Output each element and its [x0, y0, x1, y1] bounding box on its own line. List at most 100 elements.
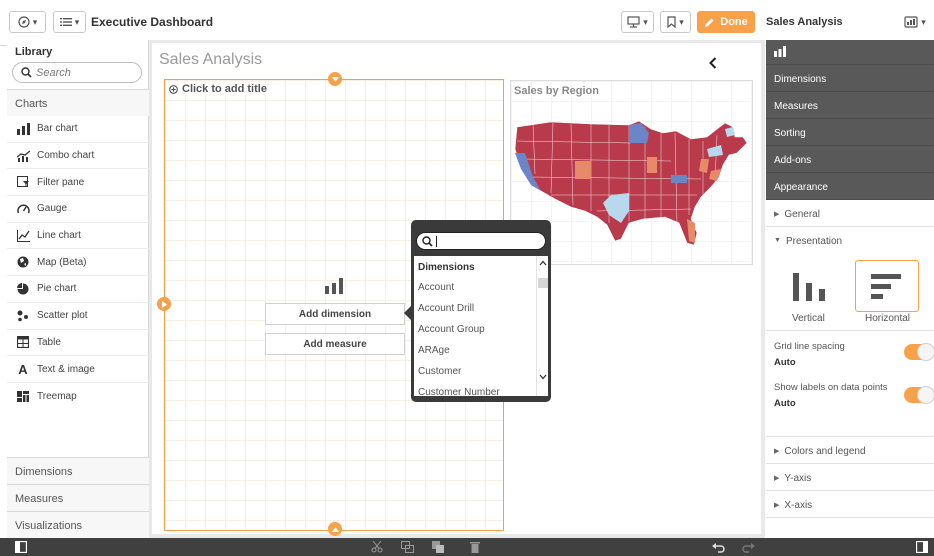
- charts-section-header[interactable]: Charts: [7, 89, 149, 116]
- resize-handle-top[interactable]: [328, 72, 342, 86]
- library-search-input[interactable]: Search: [12, 62, 142, 83]
- divider: [766, 330, 934, 331]
- toggle-properties-icon[interactable]: [916, 541, 928, 553]
- search-icon: [21, 67, 32, 78]
- orientation-vertical-option[interactable]: [778, 260, 842, 312]
- sheet-menu-button[interactable]: ▾: [53, 11, 86, 33]
- show-labels-toggle[interactable]: [904, 386, 934, 404]
- dimensions-section-header[interactable]: Dimensions: [7, 457, 149, 484]
- plus-circle-icon: [169, 84, 178, 94]
- chart-item-pie-chart[interactable]: Pie chart: [7, 276, 149, 303]
- dimension-list-header: Dimensions: [418, 262, 475, 273]
- chart-item-table[interactable]: Table: [7, 330, 149, 357]
- dimension-search-input[interactable]: [416, 232, 546, 250]
- prop-section-dimensions[interactable]: Dimensions: [766, 65, 934, 92]
- paste-icon[interactable]: [432, 541, 444, 553]
- dimension-picker-popup: Dimensions Account Account Drill Account…: [404, 220, 551, 402]
- prop-section-measures[interactable]: Measures: [766, 92, 934, 119]
- chart-list: Bar chart Combo chart Filter pane Gauge …: [7, 116, 149, 410]
- bookmark-icon: [667, 16, 676, 28]
- prop-group-y-axis[interactable]: ▶ Y-axis: [766, 464, 934, 491]
- prop-group-colors-legend[interactable]: ▶ Colors and legend: [766, 437, 934, 464]
- dimension-item-customer-number[interactable]: Customer Number: [414, 381, 548, 396]
- measures-section-header[interactable]: Measures: [7, 484, 149, 511]
- chart-item-label: Table: [37, 336, 61, 348]
- undo-icon[interactable]: [712, 541, 725, 553]
- prop-group-label: General: [784, 209, 820, 220]
- done-label: Done: [720, 16, 748, 28]
- chart-item-filter-pane[interactable]: Filter pane: [7, 169, 149, 197]
- line-chart-icon: [16, 229, 30, 243]
- toggle-library-icon[interactable]: [15, 541, 27, 553]
- chart-item-scatter-plot[interactable]: Scatter plot: [7, 303, 149, 330]
- chart-item-label: Line chart: [37, 230, 81, 242]
- vertical-bars-icon: [793, 273, 825, 301]
- dimension-item-arage[interactable]: ARAge: [414, 339, 548, 360]
- scroll-up-chevron-icon[interactable]: [539, 260, 547, 266]
- sheet-title[interactable]: Sales Analysis: [159, 51, 262, 69]
- prop-section-add-ons[interactable]: Add-ons: [766, 146, 934, 173]
- orientation-horizontal-option[interactable]: [855, 260, 919, 312]
- navigation-menu-button[interactable]: ▾: [9, 11, 46, 33]
- chart-item-gauge[interactable]: Gauge: [7, 196, 149, 223]
- properties-header: [766, 40, 934, 65]
- cut-icon[interactable]: [371, 541, 383, 553]
- add-measure-button[interactable]: Add measure: [265, 333, 405, 355]
- chevron-down-icon: ▾: [921, 16, 926, 27]
- prop-group-label: Y-axis: [784, 473, 812, 484]
- visualizations-section-header[interactable]: Visualizations: [7, 511, 149, 538]
- done-button[interactable]: Done: [697, 11, 755, 33]
- combo-chart-icon: [16, 149, 30, 163]
- filter-pane-icon: [16, 175, 30, 189]
- prop-section-sorting[interactable]: Sorting: [766, 119, 934, 146]
- resize-handle-left[interactable]: [157, 297, 171, 311]
- delete-icon[interactable]: [470, 541, 480, 553]
- resize-handle-bottom[interactable]: [328, 522, 342, 536]
- chart-item-label: Bar chart: [37, 123, 78, 135]
- collapse-chevron-left-icon[interactable]: [709, 57, 717, 69]
- chart-item-combo-chart[interactable]: Combo chart: [7, 143, 149, 170]
- map-icon: [16, 255, 30, 269]
- prop-group-general[interactable]: ▶ General: [766, 200, 934, 227]
- sheet-selector-button[interactable]: ▾: [900, 11, 930, 33]
- copy-icon[interactable]: [401, 541, 414, 553]
- prop-section-appearance[interactable]: Appearance: [766, 173, 934, 200]
- map-title: Sales by Region: [514, 85, 599, 97]
- dimension-item-customer[interactable]: Customer: [414, 360, 548, 381]
- text-image-icon: A: [18, 361, 28, 377]
- vertical-label: Vertical: [792, 313, 825, 324]
- add-dimension-button[interactable]: Add dimension: [265, 303, 405, 325]
- chevron-up-icon: [331, 526, 339, 532]
- scroll-down-chevron-icon[interactable]: [539, 374, 547, 380]
- scrollbar-thumb[interactable]: [538, 278, 548, 288]
- chart-item-line-chart[interactable]: Line chart: [7, 223, 149, 250]
- show-labels-label: Show labels on data points: [774, 382, 888, 393]
- chart-item-text-image[interactable]: A Text & image: [7, 356, 149, 383]
- chart-item-bar-chart[interactable]: Bar chart: [7, 116, 149, 143]
- chart-item-label: Scatter plot: [37, 310, 88, 322]
- grid-spacing-label: Grid line spacing: [774, 341, 845, 352]
- chart-item-label: Map (Beta): [37, 256, 87, 268]
- scatter-plot-icon: [16, 309, 30, 323]
- redo-icon[interactable]: [742, 541, 755, 553]
- app-title: Executive Dashboard: [91, 15, 214, 29]
- dimension-item-account-drill[interactable]: Account Drill: [414, 297, 548, 318]
- prop-group-presentation[interactable]: ▼ Presentation: [766, 227, 934, 254]
- grid-spacing-value: Auto: [774, 357, 796, 368]
- show-labels-value: Auto: [774, 398, 796, 409]
- chart-title-placeholder[interactable]: Click to add title: [169, 83, 270, 95]
- sheet-thumbnail-icon: [904, 16, 918, 28]
- compass-icon: [18, 16, 30, 28]
- grid-spacing-toggle[interactable]: [904, 343, 934, 361]
- chart-item-treemap[interactable]: Treemap: [7, 383, 149, 410]
- dimension-list-scrollbar[interactable]: [536, 256, 548, 396]
- bookmark-button[interactable]: ▾: [660, 11, 691, 33]
- triangle-right-icon: ▶: [774, 475, 780, 482]
- dimension-item-account-group[interactable]: Account Group: [414, 318, 548, 339]
- prop-group-label: Colors and legend: [784, 446, 866, 457]
- dimension-item-account[interactable]: Account: [414, 276, 548, 297]
- chart-item-map[interactable]: Map (Beta): [7, 249, 149, 277]
- presentation-button[interactable]: ▾: [621, 11, 654, 33]
- chevron-down-icon: [331, 76, 339, 82]
- prop-group-x-axis[interactable]: ▶ X-axis: [766, 491, 934, 518]
